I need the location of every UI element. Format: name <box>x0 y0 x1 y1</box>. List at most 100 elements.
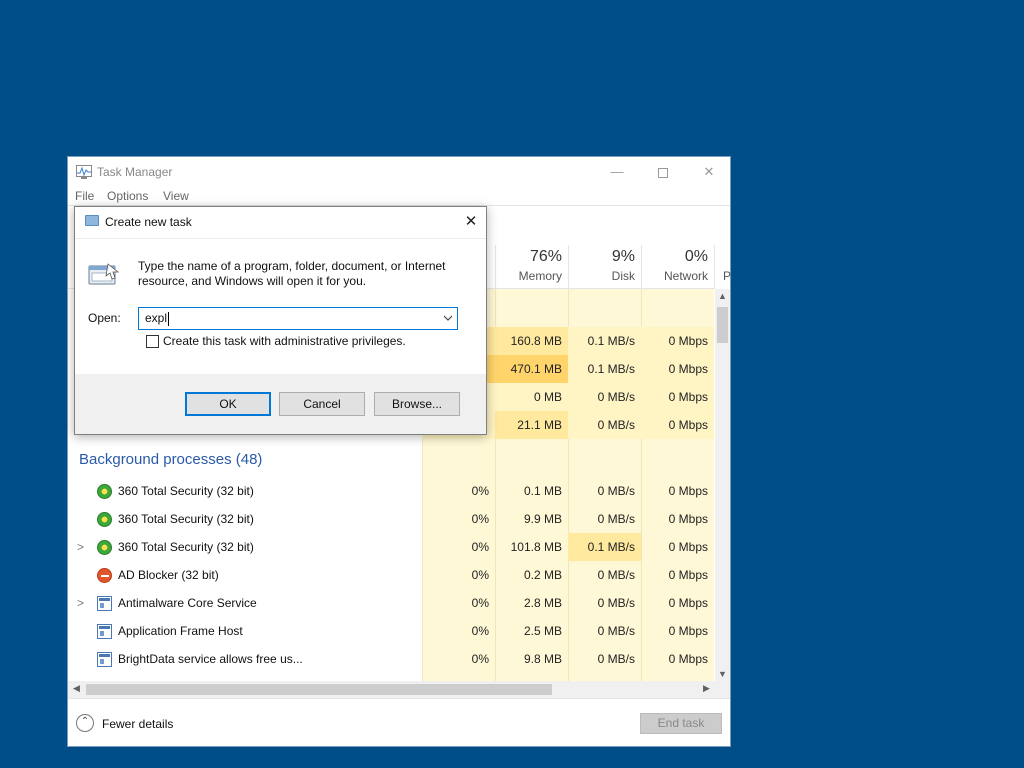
memory-cell: 9.8 MB <box>523 652 562 666</box>
end-task-button[interactable]: End task <box>640 713 722 734</box>
shield-360-icon <box>97 540 112 555</box>
network-cell: 0 Mbps <box>668 568 708 582</box>
expand-chevron-icon[interactable]: > <box>77 589 84 617</box>
menu-view[interactable]: View <box>163 189 189 203</box>
network-cell: 0 Mbps <box>641 411 714 439</box>
create-new-task-dialog: Create new task ✕ Type the name of a pro… <box>74 206 487 435</box>
table-row[interactable]: > Antimalware Core Service 0% 2.8 MB 0 M… <box>68 589 715 617</box>
memory-cell: 0.1 MB <box>523 484 562 498</box>
memory-cell: 101.8 MB <box>510 540 562 554</box>
run-program-icon <box>88 263 120 285</box>
open-value: expl <box>145 311 168 325</box>
cpu-cell: 0% <box>471 624 489 638</box>
disk-cell: 0 MB/s <box>597 652 635 666</box>
network-percent: 0% <box>684 248 708 265</box>
service-icon <box>97 596 112 611</box>
process-name: Antimalware Core Service <box>118 596 257 610</box>
disk-label: Disk <box>611 269 635 283</box>
scroll-left-arrow-icon[interactable]: ◀ <box>69 683 84 694</box>
shield-360-icon <box>97 484 112 499</box>
scroll-down-arrow-icon[interactable]: ▼ <box>715 669 730 679</box>
table-row[interactable]: 360 Total Security (32 bit) 0% 0.1 MB 0 … <box>68 477 715 505</box>
service-icon <box>97 624 112 639</box>
ad-blocker-icon <box>97 568 112 583</box>
disk-cell: 0 MB/s <box>597 484 635 498</box>
column-disk[interactable]: 9% Disk <box>568 245 641 289</box>
expand-chevron-icon[interactable]: > <box>77 533 84 561</box>
open-label: Open: <box>88 311 121 325</box>
table-row[interactable]: 360 Total Security (32 bit) 0% 9.9 MB 0 … <box>68 505 715 533</box>
cpu-cell: 0% <box>471 596 489 610</box>
cpu-cell: 0% <box>471 540 489 554</box>
cpu-cell: 0% <box>471 652 489 666</box>
dialog-button-bar: OK Cancel Browse... <box>75 374 486 434</box>
network-cell: 0 Mbps <box>668 484 708 498</box>
memory-cell: 0 MB <box>495 383 568 411</box>
admin-privileges-checkbox[interactable] <box>146 335 159 348</box>
table-row[interactable]: BrightData service allows free us... 0% … <box>68 645 715 673</box>
text-caret <box>168 311 170 326</box>
process-name: BrightData service allows free us... <box>118 652 303 666</box>
process-name: 360 Total Security (32 bit) <box>118 512 254 526</box>
task-manager-icon <box>76 165 92 179</box>
background-processes-header[interactable]: Background processes (48) <box>79 451 262 468</box>
cancel-button[interactable]: Cancel <box>279 392 365 416</box>
vertical-scroll-thumb[interactable] <box>717 307 728 343</box>
service-icon <box>97 652 112 667</box>
memory-cell: 2.8 MB <box>523 596 562 610</box>
table-row[interactable]: AD Blocker (32 bit) 0% 0.2 MB 0 MB/s 0 M… <box>68 561 715 589</box>
admin-privileges-label[interactable]: Create this task with administrative pri… <box>163 334 406 348</box>
table-row[interactable]: Application Frame Host 0% 2.5 MB 0 MB/s … <box>68 617 715 645</box>
disk-cell: 0.1 MB/s <box>568 533 641 561</box>
menu-options[interactable]: Options <box>107 189 148 203</box>
browse-button[interactable]: Browse... <box>374 392 460 416</box>
process-name: 360 Total Security (32 bit) <box>118 540 254 554</box>
network-cell: 0 Mbps <box>641 355 714 383</box>
vertical-scrollbar[interactable]: ▲ ▼ <box>715 289 730 681</box>
scroll-up-arrow-icon[interactable]: ▲ <box>715 291 730 301</box>
maximize-button[interactable] <box>640 157 686 187</box>
open-input-text[interactable]: expl <box>145 311 170 326</box>
open-combobox[interactable]: expl <box>138 307 458 330</box>
menu-file[interactable]: File <box>75 189 94 203</box>
minimize-button[interactable]: — <box>594 157 640 187</box>
column-network[interactable]: 0% Network <box>641 245 714 289</box>
column-memory[interactable]: 76% Memory <box>495 245 568 289</box>
disk-cell: 0 MB/s <box>568 411 641 439</box>
chevron-up-icon[interactable]: ⌃ <box>76 714 94 732</box>
scroll-right-arrow-icon[interactable]: ▶ <box>699 683 714 694</box>
ok-button[interactable]: OK <box>185 392 271 416</box>
fewer-details-link[interactable]: Fewer details <box>102 717 173 731</box>
network-label: Network <box>663 269 708 283</box>
disk-cell: 0 MB/s <box>597 512 635 526</box>
horizontal-scroll-thumb[interactable] <box>86 684 552 695</box>
network-cell: 0 Mbps <box>641 383 714 411</box>
memory-cell: 21.1 MB <box>495 411 568 439</box>
network-cell: 0 Mbps <box>668 652 708 666</box>
title-bar[interactable]: Task Manager — ✕ <box>68 157 730 187</box>
dialog-close-button[interactable]: ✕ <box>458 210 484 234</box>
menu-bar: File Options View <box>68 187 730 207</box>
network-cell: 0 Mbps <box>668 512 708 526</box>
process-name: 360 Total Security (32 bit) <box>118 484 254 498</box>
memory-cell: 9.9 MB <box>523 512 562 526</box>
disk-cell: 0.1 MB/s <box>568 327 641 355</box>
dialog-title: Create new task <box>105 215 192 229</box>
disk-cell: 0 MB/s <box>568 383 641 411</box>
horizontal-scrollbar[interactable]: ◀ ▶ <box>68 681 730 698</box>
power-label: P <box>723 269 732 283</box>
close-button[interactable]: ✕ <box>686 157 732 187</box>
cpu-cell: 0% <box>471 512 489 526</box>
network-cell: 0 Mbps <box>668 596 708 610</box>
disk-cell: 0 MB/s <box>597 596 635 610</box>
memory-cell: 2.5 MB <box>523 624 562 638</box>
title-divider <box>75 238 486 239</box>
table-row[interactable]: > 360 Total Security (32 bit) 0% 101.8 M… <box>68 533 715 561</box>
disk-percent: 9% <box>611 248 635 265</box>
chevron-down-icon[interactable] <box>443 312 453 324</box>
window-title: Task Manager <box>97 165 173 179</box>
dialog-message: Type the name of a program, folder, docu… <box>138 259 446 288</box>
disk-cell: 0 MB/s <box>597 568 635 582</box>
shield-360-icon <box>97 512 112 527</box>
column-power[interactable]: P <box>714 245 732 289</box>
